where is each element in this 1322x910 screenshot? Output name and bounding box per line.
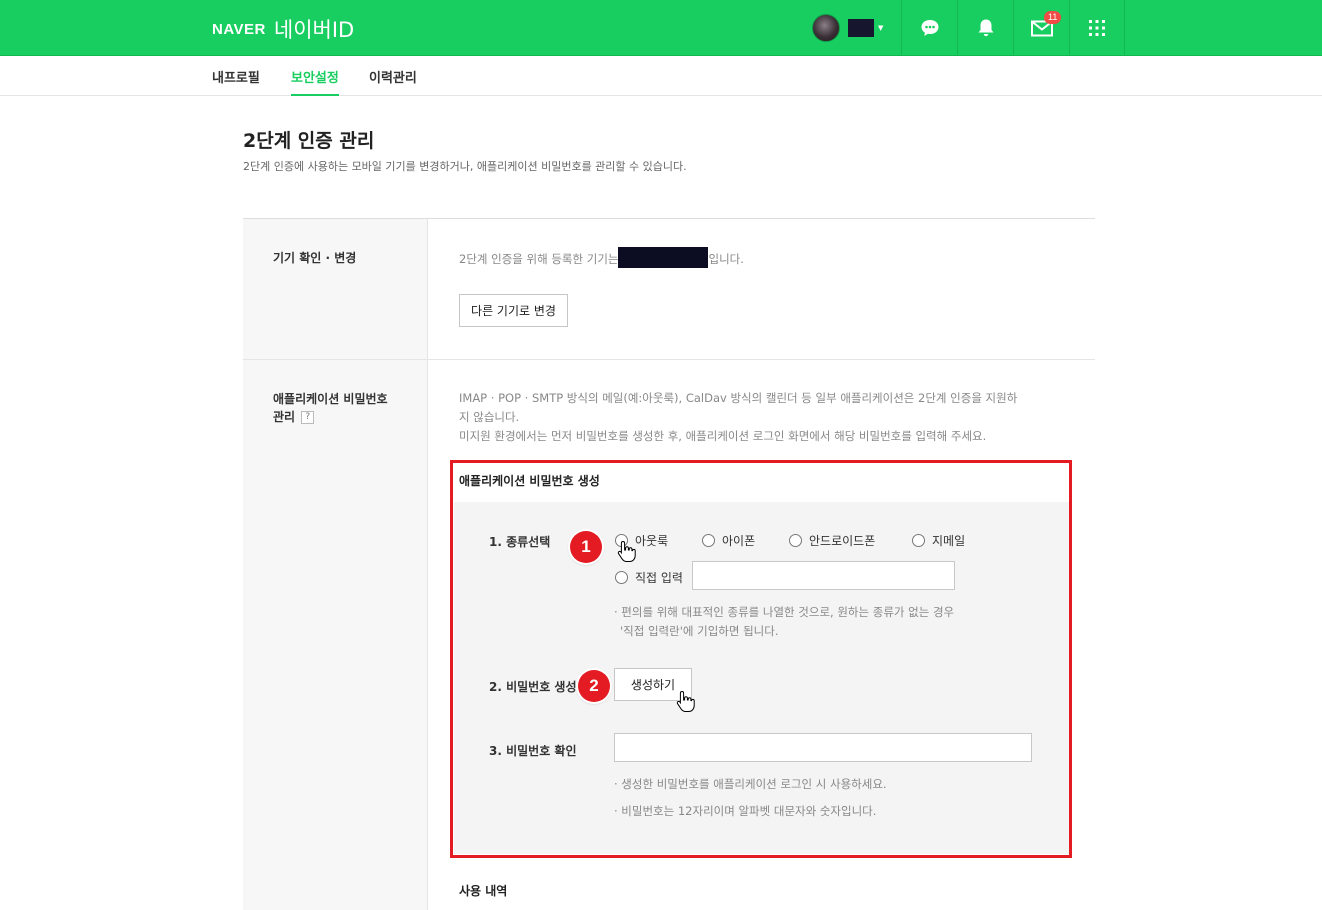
radio-iphone-label[interactable]: 아이폰 <box>722 532 755 549</box>
change-device-button[interactable]: 다른 기기로 변경 <box>459 294 568 327</box>
logo-product: 네이버ID <box>273 18 355 42</box>
app-grid-button[interactable] <box>1069 0 1125 56</box>
help-icon[interactable]: ? <box>301 411 315 424</box>
chat-bubble-icon <box>921 20 938 36</box>
logo-brand: NAVER <box>212 20 266 38</box>
step-marker-1: 1 <box>570 531 602 563</box>
desc-line1: IMAP · POP · SMTP 방식의 메일(예:아웃룩), CalDav … <box>459 391 1018 405</box>
radio-android[interactable]: 안드로이드폰 <box>789 532 875 549</box>
step3-note1: · 생성한 비밀번호를 애플리케이션 로그인 시 사용하세요. <box>614 777 887 791</box>
desc-line2: 지 않습니다. <box>459 410 520 424</box>
device-section-label: 기기 확인 · 변경 <box>273 251 357 265</box>
step1-note-line2: '직접 입력란'에 기입하면 됩니다. <box>620 624 779 638</box>
device-registered-text: 2단계 인증을 위해 등록한 기기는 입니다. <box>459 247 744 269</box>
radio-gmail-label[interactable]: 지메일 <box>932 532 965 549</box>
step3-label: 3. 비밀번호 확인 <box>489 744 577 758</box>
naver-id-logo[interactable]: NAVER 네이버ID <box>212 16 354 42</box>
radio-android-label[interactable]: 안드로이드폰 <box>809 532 875 549</box>
app-grid-icon <box>1089 20 1105 36</box>
password-confirm-field[interactable] <box>614 733 1032 762</box>
app-password-label-line2-wrap: 관리 ? <box>273 408 388 426</box>
hand-cursor-icon <box>676 690 695 712</box>
step3-note2: · 비밀번호는 12자리이며 알파벳 대문자와 숫자입니다. <box>614 804 877 818</box>
tab-history[interactable]: 이력관리 <box>369 67 417 96</box>
custom-type-input[interactable] <box>692 561 955 590</box>
radio-outlook-label[interactable]: 아웃룩 <box>635 532 668 549</box>
tab-my-profile[interactable]: 내프로필 <box>212 67 260 96</box>
bell-icon <box>978 19 993 37</box>
label-column <box>243 219 428 910</box>
radio-circle-icon[interactable] <box>615 571 628 584</box>
device-text-after: 입니다. <box>708 252 744 266</box>
radio-custom[interactable]: 직접 입력 <box>615 569 683 586</box>
radio-custom-label[interactable]: 직접 입력 <box>635 569 683 586</box>
app-password-section-label: 애플리케이션 비밀번호 관리 ? <box>273 390 388 426</box>
device-text-before: 2단계 인증을 위해 등록한 기기는 <box>459 252 619 266</box>
mail-count-badge: 11 <box>1044 11 1062 24</box>
step-marker-2: 2 <box>578 670 610 702</box>
user-name-redacted[interactable] <box>848 19 874 37</box>
app-password-description: IMAP · POP · SMTP 방식의 메일(예:아웃룩), CalDav … <box>459 389 1074 446</box>
radio-gmail[interactable]: 지메일 <box>912 532 965 549</box>
tab-security-settings[interactable]: 보안설정 <box>291 67 339 96</box>
page-description: 2단계 인증에 사용하는 모바일 기기를 변경하거나, 애플리케이션 비밀번호를… <box>243 160 687 173</box>
page-title: 2단계 인증 관리 <box>243 130 375 152</box>
mail-button[interactable]: 11 <box>1013 0 1069 56</box>
app-password-label-line1: 애플리케이션 비밀번호 <box>273 392 388 406</box>
step1-label: 1. 종류선택 <box>489 535 551 549</box>
user-menu[interactable]: ▼ <box>812 14 883 42</box>
radio-circle-icon[interactable] <box>912 534 925 547</box>
talk-button[interactable] <box>901 0 957 56</box>
device-name-redacted <box>618 247 709 268</box>
desc-line3: 미지원 환경에서는 먼저 비밀번호를 생성한 후, 애플리케이션 로그인 화면에… <box>459 429 987 443</box>
sub-navigation: 내프로필 보안설정 이력관리 <box>0 57 1322 96</box>
top-header: NAVER 네이버ID ▼ 11 <box>0 0 1322 56</box>
avatar[interactable] <box>812 14 840 42</box>
notification-button[interactable] <box>957 0 1013 56</box>
radio-circle-icon[interactable] <box>789 534 802 547</box>
row-divider <box>243 359 1095 360</box>
caret-down-icon[interactable]: ▼ <box>878 24 883 32</box>
step1-note: · 편의를 위해 대표적인 종류를 나열한 것으로, 원하는 종류가 없는 경우… <box>614 603 954 641</box>
hand-cursor-icon <box>617 540 636 562</box>
radio-iphone[interactable]: 아이폰 <box>702 532 755 549</box>
app-password-label-line2: 관리 <box>273 410 296 424</box>
radio-circle-icon[interactable] <box>702 534 715 547</box>
step2-label: 2. 비밀번호 생성 <box>489 680 577 694</box>
step1-note-line1: · 편의를 위해 대표적인 종류를 나열한 것으로, 원하는 종류가 없는 경우 <box>614 605 955 619</box>
generate-box-title: 애플리케이션 비밀번호 생성 <box>459 474 600 488</box>
usage-history-title: 사용 내역 <box>459 884 508 898</box>
